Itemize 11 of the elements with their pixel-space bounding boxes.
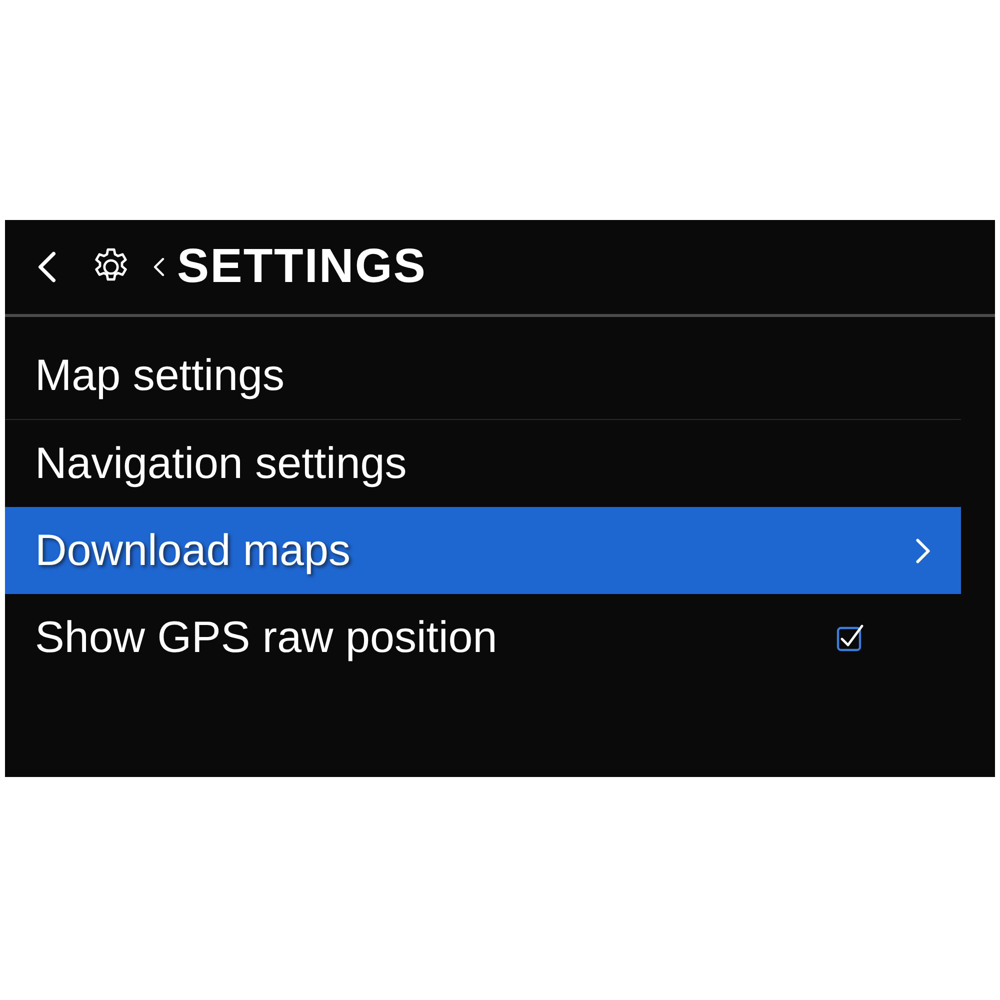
menu-item[interactable]: Map settings: [5, 333, 961, 420]
page-title: SETTINGS: [177, 243, 427, 291]
menu-item-label: Download maps: [35, 528, 350, 572]
menu-item[interactable]: Show GPS raw position: [5, 594, 961, 681]
menu-item[interactable]: Navigation settings: [5, 420, 961, 507]
menu-item[interactable]: Download maps: [5, 507, 961, 594]
menu-item-label: Show GPS raw position: [35, 616, 498, 660]
breadcrumb-chevron-icon: [153, 257, 165, 277]
back-icon: [37, 250, 57, 284]
menu-item-label: Navigation settings: [35, 442, 407, 486]
menu-item-label: Map settings: [35, 354, 284, 398]
